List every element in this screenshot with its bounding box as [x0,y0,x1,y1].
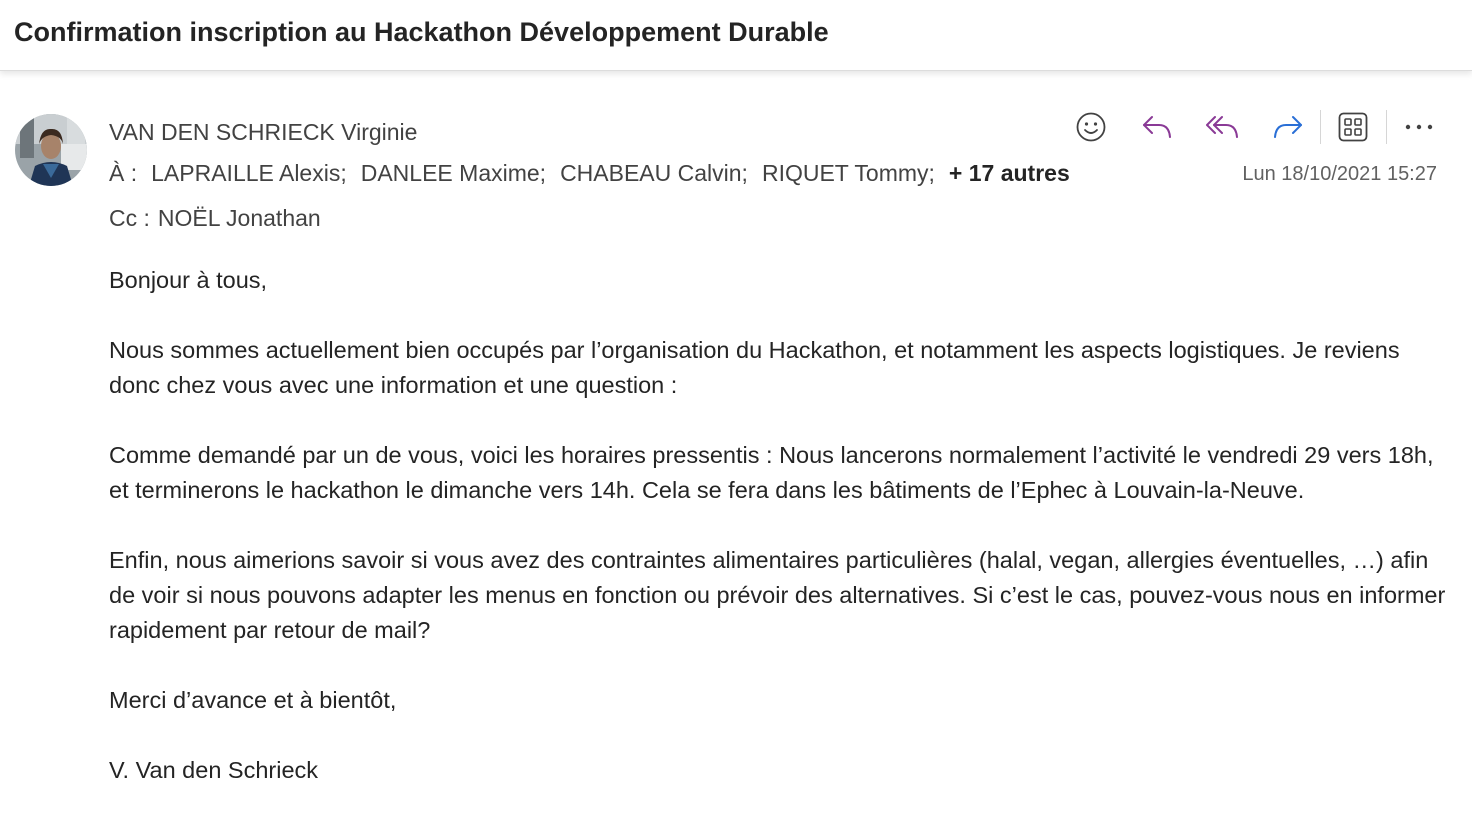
reply-all-icon [1206,116,1238,138]
recipient[interactable]: CHABEAU Calvin; [560,160,748,186]
more-options-button[interactable] [1396,108,1442,146]
toolbar-divider [1386,110,1387,144]
sender-avatar[interactable] [15,114,87,186]
reply-button[interactable] [1134,108,1180,146]
closing: Merci d’avance et à bientôt, [109,687,397,713]
recipient[interactable]: RIQUET Tommy; [762,160,935,186]
recipient[interactable]: LAPRAILLE Alexis; [151,160,347,186]
to-prefix: À : [109,160,138,186]
cc-recipient[interactable]: NOËL Jonathan [158,205,321,231]
sender-name[interactable]: VAN DEN SCHRIECK Virginie [109,119,417,146]
reply-icon [1143,116,1171,138]
greeting: Bonjour à tous, [109,267,268,293]
body-paragraph: Enfin, nous aimerions savoir si vous ave… [109,547,1446,643]
smiley-icon [1076,112,1106,142]
message-body: Bonjour à tous, Nous sommes actuellement… [109,263,1449,823]
apps-grid-icon [1338,112,1368,142]
subject-bar: Confirmation inscription au Hackathon Dé… [0,0,1472,71]
body-paragraph: Comme demandé par un de vous, voici les … [109,442,1434,503]
more-icon [1405,124,1433,130]
received-date: Lun 18/10/2021 15:27 [1242,163,1437,185]
forward-icon [1274,116,1302,138]
cc-prefix: Cc : [109,205,150,231]
emoji-reaction-button[interactable] [1068,108,1114,146]
recipient[interactable]: DANLEE Maxime; [361,160,546,186]
apps-button[interactable] [1330,108,1376,146]
signature: V. Van den Schrieck [109,757,319,783]
forward-button[interactable] [1265,108,1311,146]
email-subject: Confirmation inscription au Hackathon Dé… [14,17,829,47]
reply-all-button[interactable] [1199,108,1245,146]
cc-line: Cc : NOËL Jonathan [109,205,321,232]
toolbar-divider [1320,110,1321,144]
body-paragraph: Nous sommes actuellement bien occupés pa… [109,337,1400,398]
to-line: À : LAPRAILLE Alexis; DANLEE Maxime; CHABEA… [109,160,1070,187]
more-recipients-button[interactable]: + 17 autres [949,160,1070,186]
